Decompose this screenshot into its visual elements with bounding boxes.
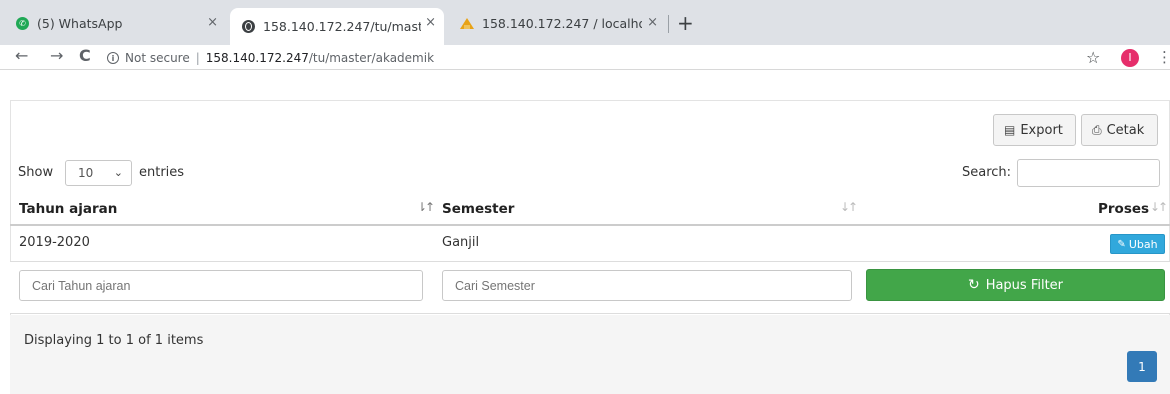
column-header-semester[interactable]: Semester	[442, 201, 514, 217]
tab-phpmyadmin[interactable]: 158.140.172.247 / localhos ×	[448, 8, 666, 38]
entries-label: entries	[139, 165, 185, 180]
security-indicator: Not secure	[125, 51, 190, 65]
hapus-filter-button[interactable]: ↻ Hapus Filter	[866, 269, 1165, 301]
reload-icon[interactable]: C	[79, 46, 91, 65]
ubah-button[interactable]: ✎ Ubah	[1110, 234, 1165, 254]
whatsapp-favicon-icon: ✆	[16, 16, 29, 30]
column-header-proses[interactable]: Proses	[1098, 201, 1149, 217]
page-1-button[interactable]: 1	[1127, 351, 1157, 382]
cell-semester: Ganjil	[442, 235, 480, 250]
table-footer	[10, 315, 1170, 394]
cell-tahun-ajaran: 2019-2020	[19, 235, 90, 250]
header-divider	[10, 224, 1170, 226]
tab-close-icon[interactable]: ×	[207, 15, 218, 30]
tab-title: 158.140.172.247 / localhos	[482, 15, 642, 31]
export-label: Export	[1020, 122, 1063, 138]
address-bar: ← → C i Not secure | 158.140.172.247/tu/…	[0, 45, 1170, 70]
pagination-info: Displaying 1 to 1 of 1 items	[24, 333, 204, 348]
globe-favicon-icon	[242, 20, 255, 33]
tab-akademik[interactable]: 158.140.172.247/tu/maste ×	[230, 8, 444, 45]
page-length-value: 10	[78, 166, 94, 180]
sort-icon[interactable]: ↓↑	[1150, 200, 1168, 214]
export-file-icon: ▤	[1004, 123, 1016, 137]
page-length-select[interactable]: 10 ⌄	[65, 160, 132, 186]
url-field[interactable]: i Not secure | 158.140.172.247/tu/master…	[107, 51, 434, 65]
export-button[interactable]: ▤ Export	[993, 114, 1076, 146]
sort-asc-icon[interactable]: ⇂↑	[417, 200, 435, 214]
cetak-label: Cetak	[1106, 122, 1145, 138]
phpmyadmin-favicon-icon	[460, 17, 474, 29]
refresh-icon: ↻	[967, 277, 980, 293]
profile-avatar[interactable]: I	[1121, 49, 1139, 67]
tab-whatsapp[interactable]: ✆ (5) WhatsApp ×	[4, 8, 226, 38]
tab-close-icon[interactable]: ×	[425, 15, 436, 30]
filter-tahun-ajaran-input[interactable]	[19, 270, 423, 301]
search-label: Search:	[962, 165, 1012, 180]
tab-separator	[668, 15, 669, 33]
column-header-tahun-ajaran[interactable]: Tahun ajaran	[19, 201, 117, 217]
chevron-down-icon: ⌄	[113, 166, 123, 179]
sort-icon[interactable]: ↓↑	[840, 200, 858, 214]
new-tab-button[interactable]: +	[677, 11, 694, 35]
info-icon[interactable]: i	[107, 52, 119, 64]
tab-title: 158.140.172.247/tu/maste	[263, 19, 421, 34]
cetak-button[interactable]: ⎙ Cetak	[1081, 114, 1158, 146]
print-icon: ⎙	[1092, 122, 1102, 137]
url-divider: |	[195, 51, 200, 65]
hapus-filter-label: Hapus Filter	[985, 277, 1064, 293]
tab-title: (5) WhatsApp	[37, 15, 123, 31]
search-input[interactable]	[1017, 159, 1160, 187]
browser-tab-bar: ✆ (5) WhatsApp × 158.140.172.247/tu/mast…	[0, 0, 1170, 45]
url-path: /tu/master/akademik	[308, 51, 435, 65]
back-icon[interactable]: ←	[15, 46, 28, 65]
url-host: 158.140.172.247	[205, 51, 309, 65]
tab-close-icon[interactable]: ×	[647, 15, 658, 30]
browser-menu-icon[interactable]: ⋮	[1157, 48, 1170, 66]
ubah-label: Ubah	[1128, 237, 1158, 251]
pencil-icon: ✎	[1117, 238, 1126, 250]
filter-semester-input[interactable]	[442, 270, 852, 301]
bookmark-star-icon[interactable]: ☆	[1086, 48, 1100, 67]
show-label: Show	[18, 165, 54, 180]
forward-icon[interactable]: →	[50, 46, 63, 65]
